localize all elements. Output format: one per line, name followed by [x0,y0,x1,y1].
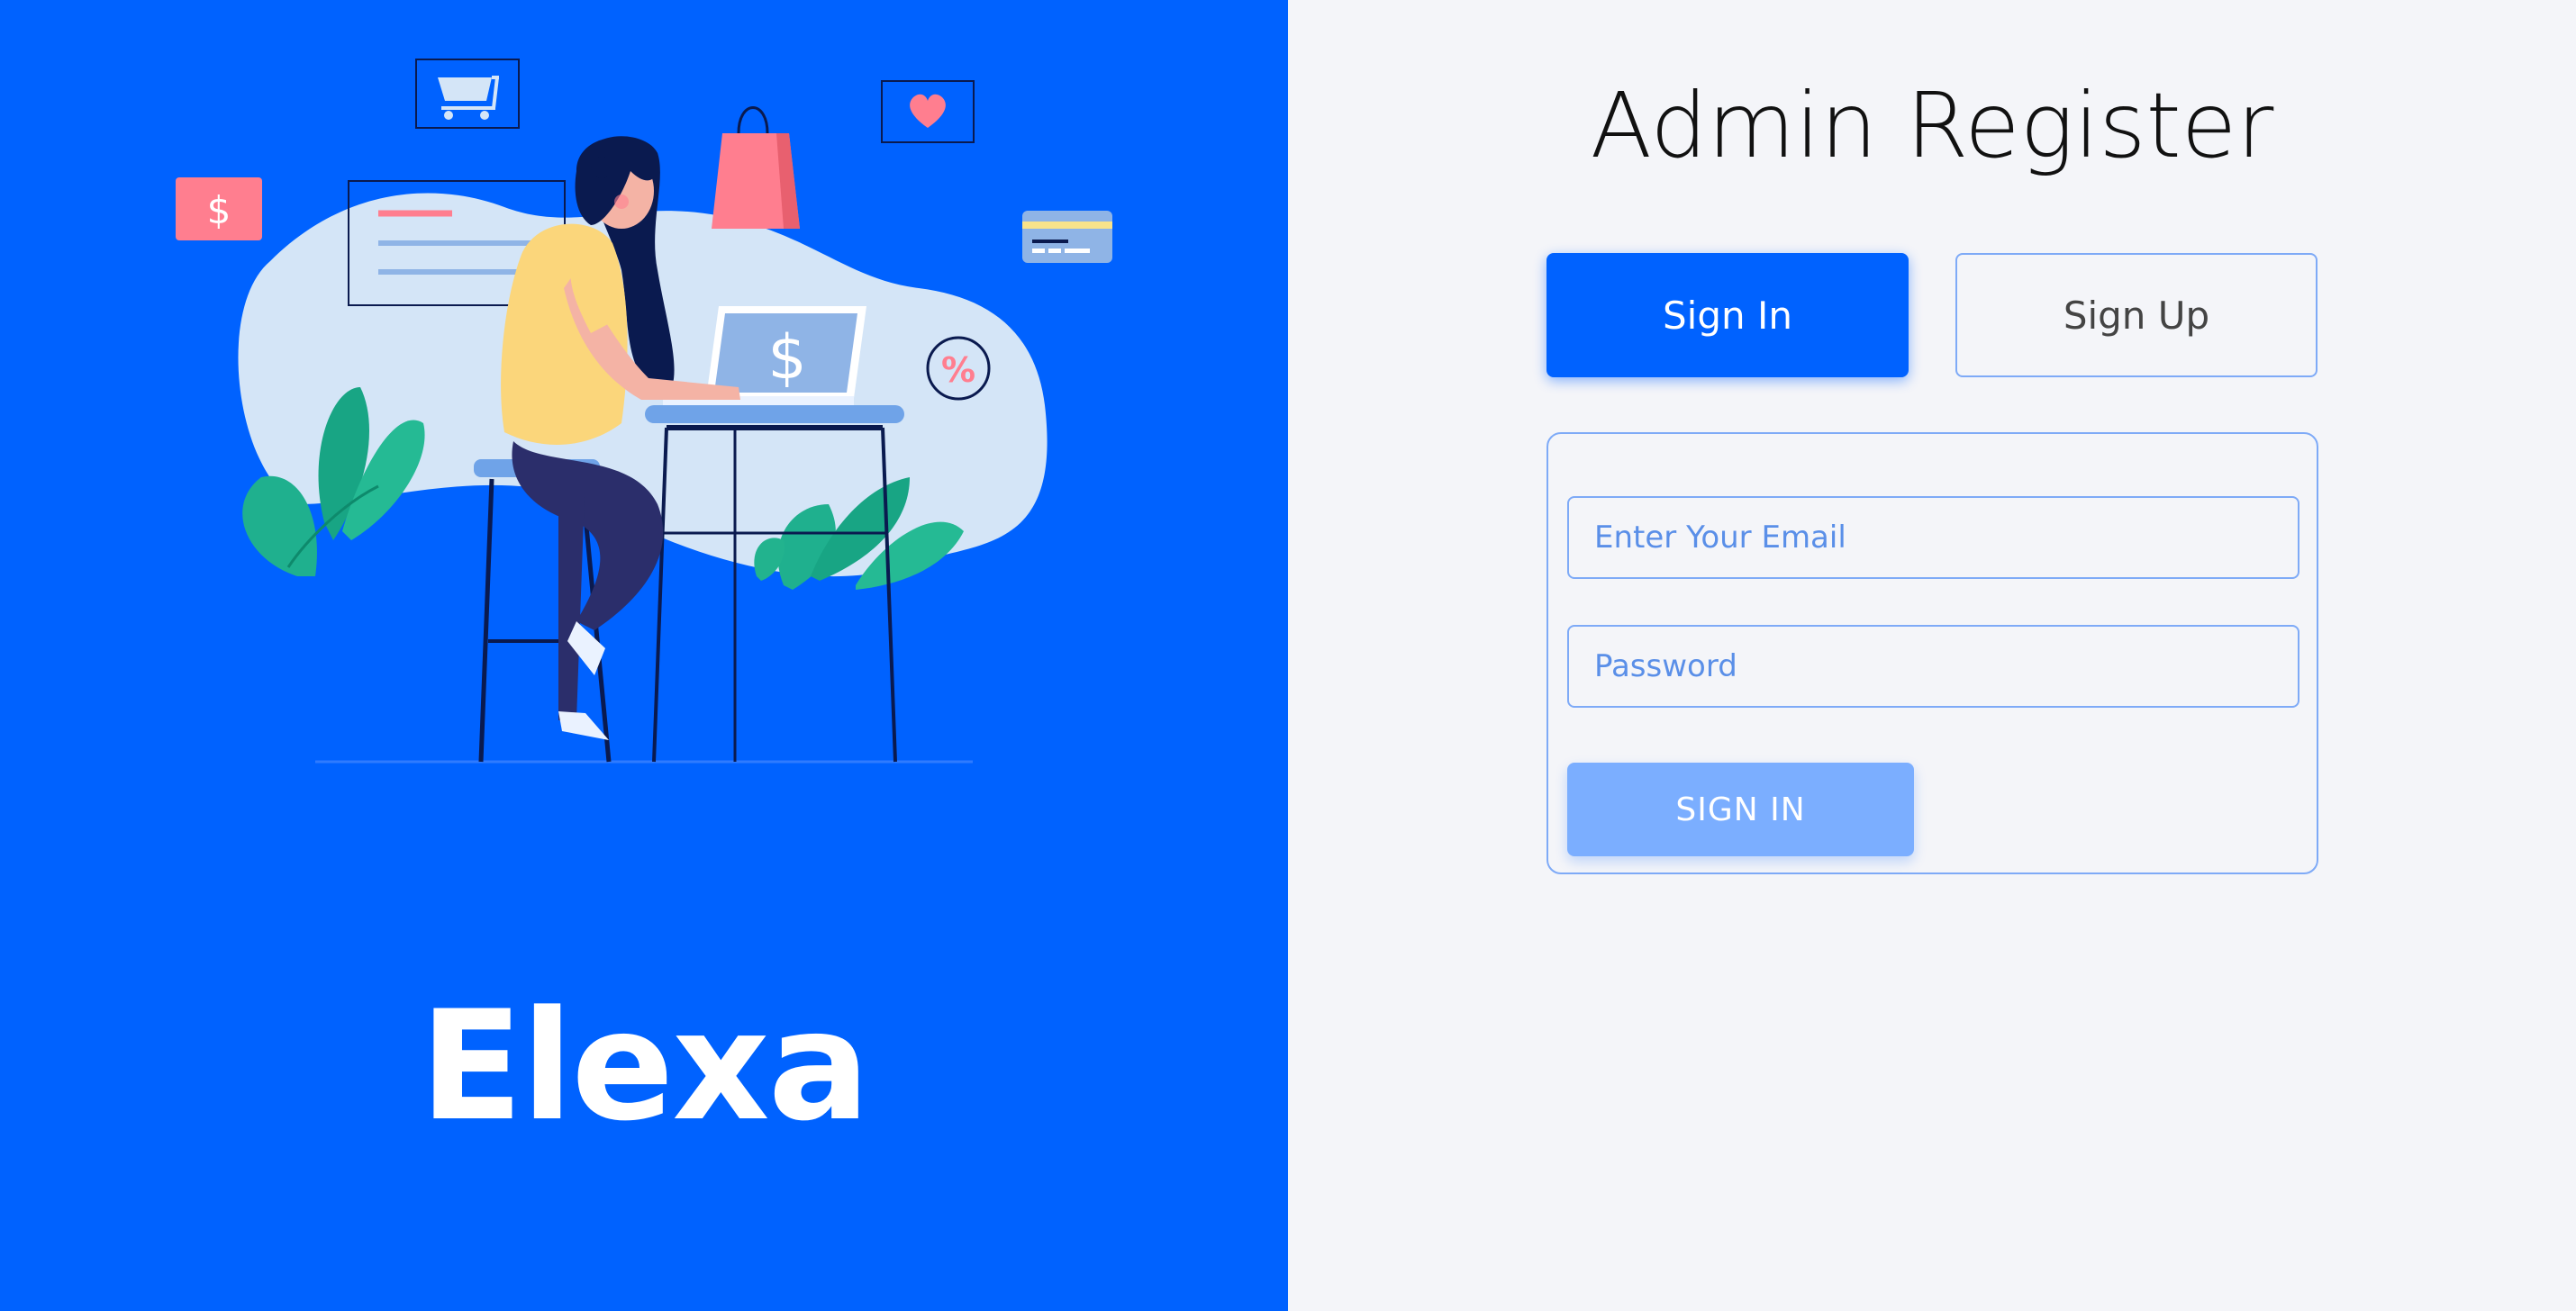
heart-icon [881,80,975,143]
sign-in-form: SIGN IN [1547,432,2318,874]
shopping-cart-icon [415,59,520,129]
page: $ % $ Elexa Admin Register Sign In Sign … [0,0,2576,1311]
password-field[interactable] [1567,625,2299,708]
email-field[interactable] [1567,496,2299,579]
tab-sign-in[interactable]: Sign In [1547,253,1909,377]
svg-text:$: $ [207,188,231,232]
shopping-bag-icon [712,106,800,229]
brand-logo-text: Elexa [419,978,870,1154]
tab-sign-up[interactable]: Sign Up [1955,253,2317,377]
page-title: Admin Register [1590,73,2274,178]
svg-text:$: $ [767,322,806,393]
sign-in-submit-button[interactable]: SIGN IN [1567,763,1914,856]
hero-illustration: $ % $ [176,59,1112,764]
brand-panel: $ % $ Elexa [0,0,1288,1311]
credit-card-icon [1022,211,1112,263]
dollar-card-icon: $ [176,177,262,240]
svg-text:%: % [941,350,975,390]
auth-panel: Admin Register Sign In Sign Up SIGN IN [1288,0,2576,1311]
